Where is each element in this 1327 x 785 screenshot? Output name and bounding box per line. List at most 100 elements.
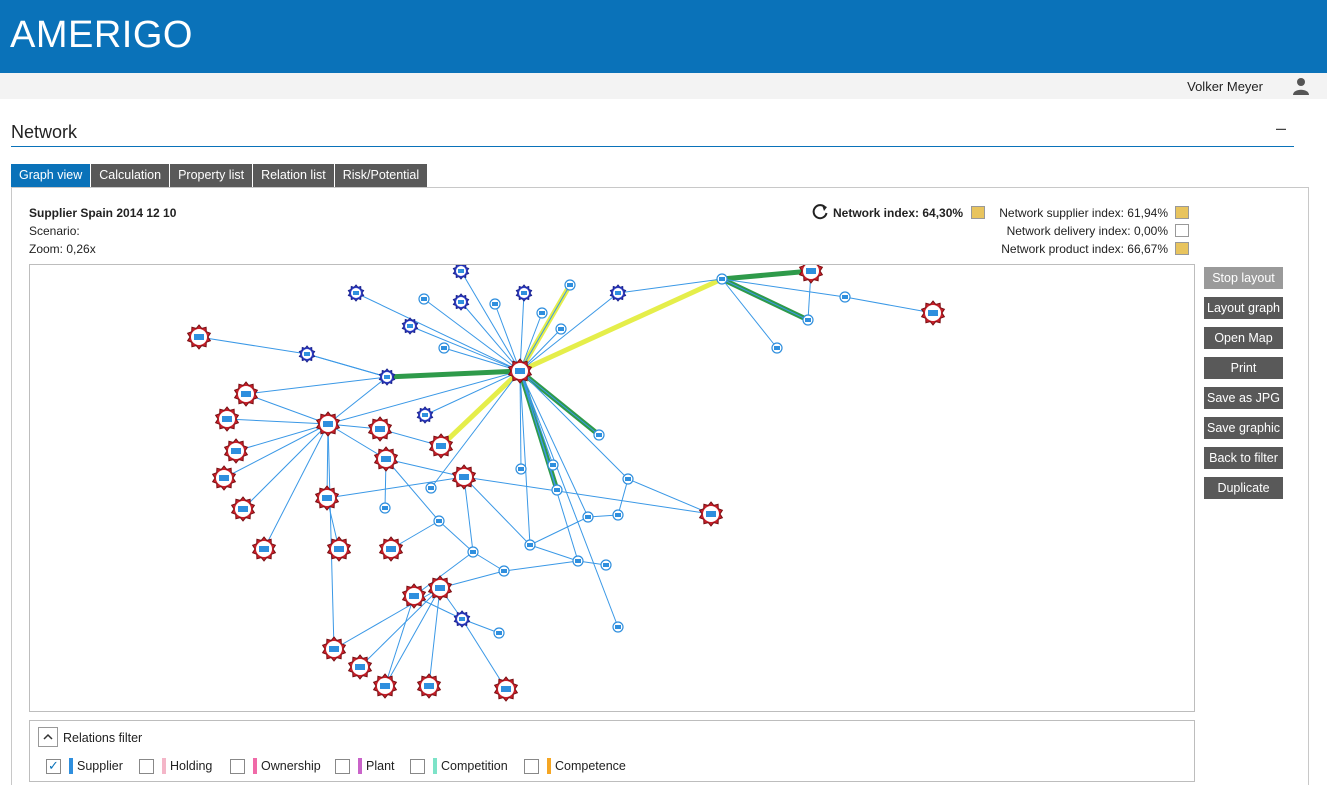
site-node[interactable] bbox=[547, 459, 559, 471]
risk-supplier-node[interactable] bbox=[367, 416, 393, 442]
relation-edge bbox=[245, 393, 329, 425]
risk-supplier-node[interactable] bbox=[233, 381, 259, 407]
site-node[interactable] bbox=[498, 565, 510, 577]
tab-property-list[interactable]: Property list bbox=[170, 164, 254, 187]
site-node[interactable] bbox=[612, 509, 624, 521]
filter-toggle-button[interactable] bbox=[38, 727, 58, 747]
save-graphic-button[interactable]: Save graphic bbox=[1204, 417, 1283, 439]
relation-edge bbox=[519, 370, 589, 518]
site-node[interactable] bbox=[524, 539, 536, 551]
filter-item-ownership[interactable]: Ownership bbox=[230, 758, 321, 774]
site-node[interactable] bbox=[379, 502, 391, 514]
filter-checkbox-holding[interactable] bbox=[139, 758, 154, 774]
site-node[interactable] bbox=[493, 627, 505, 639]
save-as-jpg-button[interactable]: Save as JPG bbox=[1204, 387, 1283, 409]
collapse-button[interactable]: – bbox=[1276, 118, 1286, 139]
app-title: AMERIGO bbox=[10, 14, 193, 56]
relation-edge bbox=[306, 353, 388, 378]
site-node[interactable] bbox=[839, 291, 851, 303]
back-to-filter-button[interactable]: Back to filter bbox=[1204, 447, 1283, 469]
relation-edge bbox=[263, 423, 329, 550]
risk-supplier-node[interactable] bbox=[698, 501, 724, 527]
site-node[interactable] bbox=[612, 621, 624, 633]
tab-risk-potential[interactable]: Risk/Potential bbox=[334, 164, 429, 187]
filter-item-holding[interactable]: Holding bbox=[139, 758, 212, 774]
tab-relation-list[interactable]: Relation list bbox=[253, 164, 335, 187]
site-node[interactable] bbox=[438, 342, 450, 354]
risk-supplier-node[interactable] bbox=[314, 485, 340, 511]
tab-calculation[interactable]: Calculation bbox=[91, 164, 171, 187]
user-icon[interactable] bbox=[1292, 77, 1310, 95]
filter-checkbox-plant[interactable] bbox=[335, 758, 350, 774]
network-index: Network index: 64,30% bbox=[833, 206, 964, 220]
network-graph-canvas[interactable] bbox=[30, 265, 1195, 712]
filter-checkbox-ownership[interactable] bbox=[230, 758, 245, 774]
duplicate-button[interactable]: Duplicate bbox=[1204, 477, 1283, 499]
relation-edge bbox=[384, 595, 415, 687]
risk-supplier-node[interactable] bbox=[373, 446, 399, 472]
risk-supplier-node[interactable] bbox=[416, 673, 442, 699]
delivery-index-swatch bbox=[1175, 224, 1189, 237]
risk-supplier-node[interactable] bbox=[211, 465, 237, 491]
site-node[interactable] bbox=[433, 515, 445, 527]
network-graph[interactable] bbox=[29, 264, 1195, 712]
print-button[interactable]: Print bbox=[1204, 357, 1283, 379]
site-node[interactable] bbox=[593, 429, 605, 441]
company-node[interactable] bbox=[401, 317, 419, 335]
company-node[interactable] bbox=[347, 284, 365, 302]
delivery-index: Network delivery index: 0,00% bbox=[1006, 224, 1168, 238]
filter-item-supplier[interactable]: ✓ Supplier bbox=[46, 758, 123, 774]
stop-layout-button[interactable]: Stop layout bbox=[1204, 267, 1283, 289]
site-node[interactable] bbox=[802, 314, 814, 326]
filter-item-plant[interactable]: Plant bbox=[335, 758, 395, 774]
site-node[interactable] bbox=[582, 511, 594, 523]
risk-supplier-node[interactable] bbox=[223, 438, 249, 464]
risk-supplier-node[interactable] bbox=[378, 536, 404, 562]
company-node[interactable] bbox=[453, 610, 471, 628]
layout-graph-button[interactable]: Layout graph bbox=[1204, 297, 1283, 319]
tab-graph-view[interactable]: Graph view bbox=[11, 164, 92, 187]
site-node[interactable] bbox=[771, 342, 783, 354]
site-node[interactable] bbox=[467, 546, 479, 558]
company-node[interactable] bbox=[515, 284, 533, 302]
relation-edge bbox=[438, 520, 474, 553]
site-node[interactable] bbox=[515, 463, 527, 475]
relation-edge bbox=[844, 296, 934, 314]
site-node[interactable] bbox=[716, 273, 728, 285]
risk-supplier-node[interactable] bbox=[321, 636, 347, 662]
relation-edge bbox=[463, 476, 712, 515]
company-node[interactable] bbox=[416, 406, 434, 424]
risk-supplier-node[interactable] bbox=[401, 583, 427, 609]
filter-item-competence[interactable]: Competence bbox=[524, 758, 626, 774]
site-node[interactable] bbox=[551, 484, 563, 496]
risk-supplier-node[interactable] bbox=[493, 676, 519, 702]
site-node[interactable] bbox=[572, 555, 584, 567]
site-node[interactable] bbox=[418, 293, 430, 305]
risk-supplier-node[interactable] bbox=[798, 265, 824, 284]
site-node[interactable] bbox=[564, 279, 576, 291]
site-node[interactable] bbox=[555, 323, 567, 335]
risk-supplier-node[interactable] bbox=[372, 673, 398, 699]
site-node[interactable] bbox=[425, 482, 437, 494]
company-node[interactable] bbox=[298, 345, 316, 363]
risk-supplier-node[interactable] bbox=[186, 324, 212, 350]
filter-checkbox-supplier[interactable]: ✓ bbox=[46, 758, 61, 774]
risk-supplier-node[interactable] bbox=[920, 300, 946, 326]
filter-checkbox-competition[interactable] bbox=[410, 758, 425, 774]
site-node[interactable] bbox=[536, 307, 548, 319]
company-node[interactable] bbox=[378, 368, 396, 386]
company-node[interactable] bbox=[609, 284, 627, 302]
relation-edge bbox=[245, 376, 388, 395]
site-node[interactable] bbox=[489, 298, 501, 310]
site-node[interactable] bbox=[600, 559, 612, 571]
company-node[interactable] bbox=[452, 265, 470, 280]
filter-item-competition[interactable]: Competition bbox=[410, 758, 508, 774]
open-map-button[interactable]: Open Map bbox=[1204, 327, 1283, 349]
relation-edge bbox=[430, 370, 521, 489]
risk-supplier-node[interactable] bbox=[214, 406, 240, 432]
user-name[interactable]: Volker Meyer bbox=[1187, 79, 1263, 94]
risk-supplier-node[interactable] bbox=[251, 536, 277, 562]
site-node[interactable] bbox=[622, 473, 634, 485]
refresh-icon[interactable] bbox=[811, 203, 829, 221]
filter-checkbox-competence[interactable] bbox=[524, 758, 539, 774]
